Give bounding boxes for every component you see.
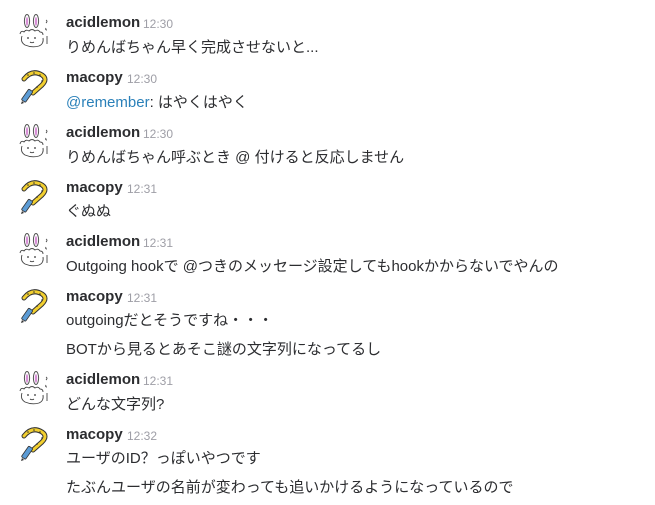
author-name[interactable]: acidlemon: [66, 14, 140, 31]
message-text: りめんばちゃん呼ぶとき @ 付けると反応しません: [66, 149, 405, 166]
bunny-doodle-icon[interactable]: [16, 124, 52, 160]
message-text: りめんばちゃん早く完成させないと...: [66, 39, 319, 56]
author-name[interactable]: acidlemon: [66, 233, 140, 250]
author-name[interactable]: macopy: [66, 179, 123, 196]
bunny-doodle-icon[interactable]: [16, 233, 52, 269]
message-text-rest: : はやくはやく: [149, 94, 248, 111]
message-timestamp[interactable]: 12:31: [143, 236, 173, 250]
message-timestamp[interactable]: 12:32: [127, 429, 157, 443]
author-name[interactable]: acidlemon: [66, 124, 140, 141]
bunny-doodle-icon[interactable]: [16, 371, 52, 407]
user-mention[interactable]: @remember: [66, 94, 150, 111]
snake-pencil-icon[interactable]: [16, 69, 52, 105]
bunny-doodle-icon[interactable]: [16, 14, 52, 50]
message-timestamp[interactable]: 12:31: [143, 374, 173, 388]
author-name[interactable]: macopy: [66, 426, 123, 443]
message-text: ぐぬぬ: [66, 203, 112, 220]
message-text: どんな文字列?: [66, 396, 165, 413]
message-text: たぶんユーザの名前が変わっても追いかけるようになっているので: [66, 479, 514, 496]
author-name[interactable]: macopy: [66, 69, 123, 86]
message-text: BOTから見るとあそこ謎の文字列になってるし: [66, 341, 382, 358]
author-name[interactable]: macopy: [66, 288, 123, 305]
message-timestamp[interactable]: 12:31: [127, 291, 157, 305]
message-text: ユーザのID？っぽいやつです: [66, 450, 261, 467]
message-timestamp[interactable]: 12:30: [127, 72, 157, 86]
snake-pencil-icon[interactable]: [16, 179, 52, 215]
message-text: @remember: はやくはやく: [66, 91, 248, 112]
message-text: Outgoing hookで @つきのメッセージ設定してもhookかからないでや…: [66, 258, 559, 275]
message-text: outgoingだとそうですね・・・: [66, 312, 274, 329]
snake-pencil-icon[interactable]: [16, 288, 52, 324]
message-timestamp[interactable]: 12:31: [127, 182, 157, 196]
message-timestamp[interactable]: 12:30: [143, 127, 173, 141]
author-name[interactable]: acidlemon: [66, 371, 140, 388]
snake-pencil-icon[interactable]: [16, 426, 52, 462]
message-timestamp[interactable]: 12:30: [143, 17, 173, 31]
